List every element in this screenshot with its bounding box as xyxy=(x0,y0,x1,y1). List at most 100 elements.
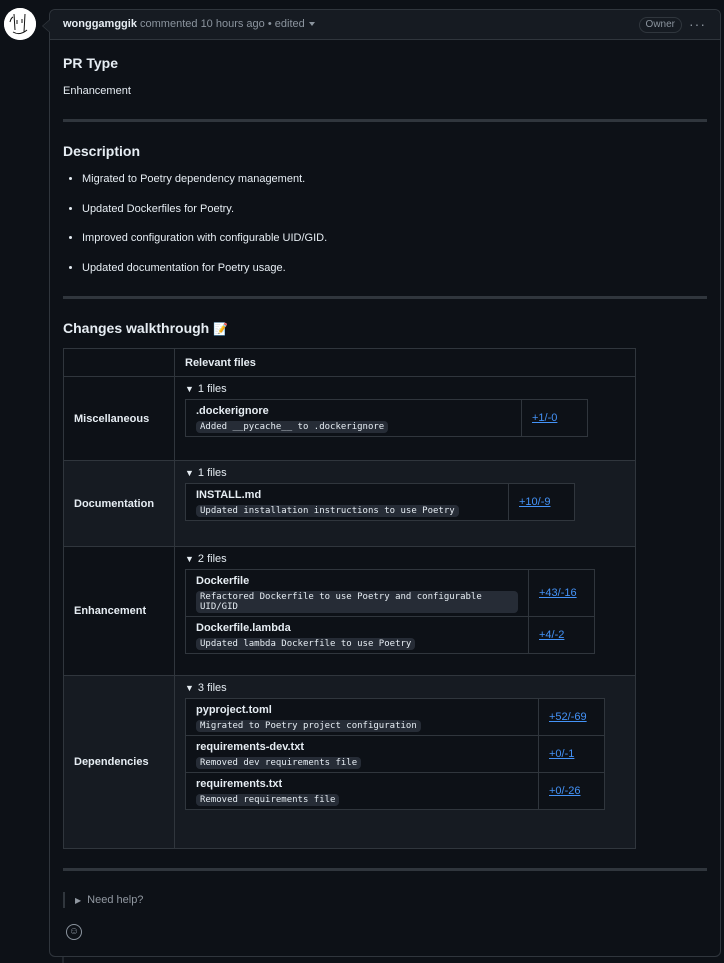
file-name: requirements.txt xyxy=(196,778,283,790)
description-list: Migrated to Poetry dependency management… xyxy=(63,172,327,290)
file-list: Dockerfile Refactored Dockerfile to use … xyxy=(185,569,595,654)
diff-stat-link[interactable]: +10/-9 xyxy=(519,496,551,508)
file-note: Migrated to Poetry project configuration xyxy=(196,720,421,732)
files-summary-label: 2 files xyxy=(197,553,227,565)
separator: • xyxy=(267,18,272,30)
files-summary-label: 1 files xyxy=(197,467,227,479)
file-note: Removed dev requirements file xyxy=(196,757,362,769)
file-name: .dockerignore xyxy=(196,405,269,417)
file-name: Dockerfile xyxy=(196,575,250,587)
file-list: INSTALL.md Updated installation instruct… xyxy=(185,483,575,521)
table-row: pyproject.toml Migrated to Poetry projec… xyxy=(185,698,605,736)
divider xyxy=(63,119,707,122)
stat-cell: +0/-1 xyxy=(538,735,605,773)
file-note: Added __pycache__ to .dockerignore xyxy=(196,421,389,433)
file-info-cell: .dockerignore Added __pycache__ to .dock… xyxy=(185,399,522,437)
file-info-cell: Dockerfile.lambda Updated lambda Dockerf… xyxy=(185,616,529,654)
edited-dropdown[interactable]: edited xyxy=(275,18,315,30)
pr-type-value: Enhancement xyxy=(63,85,131,97)
triangle-down-icon: ▼ xyxy=(185,683,194,693)
edited-label: edited xyxy=(274,18,305,30)
owner-badge: Owner xyxy=(638,17,682,33)
files-summary-toggle[interactable]: ▼ 2 files xyxy=(185,549,625,569)
kebab-horizontal-icon[interactable]: ··· xyxy=(689,10,706,39)
list-item: Migrated to Poetry dependency management… xyxy=(82,172,327,202)
triangle-down-icon: ▼ xyxy=(185,468,194,478)
table-row: requirements-dev.txt Removed dev require… xyxy=(185,735,605,773)
files-cell: ▼ 2 files Dockerfile Refactored Dockerfil… xyxy=(174,546,636,676)
files-summary-toggle[interactable]: ▼ 1 files xyxy=(185,379,625,399)
files-summary-label: 3 files xyxy=(197,682,227,694)
description-heading: Description xyxy=(63,143,141,159)
list-item: Updated Dockerfiles for Poetry. xyxy=(82,202,327,232)
memo-icon: 📝 xyxy=(213,322,229,336)
table-row: .dockerignore Added __pycache__ to .dock… xyxy=(185,399,588,437)
list-item: Updated documentation for Poetry usage. xyxy=(82,261,327,291)
walkthrough-heading: Changes walkthrough 📝 xyxy=(63,320,228,336)
category-cell: Dependencies xyxy=(63,675,175,849)
file-note: Updated lambda Dockerfile to use Poetry xyxy=(196,638,416,650)
file-name: INSTALL.md xyxy=(196,489,262,501)
table-row: Dockerfile Refactored Dockerfile to use … xyxy=(185,569,595,617)
files-summary-toggle[interactable]: ▼ 1 files xyxy=(185,463,625,483)
file-info-cell: INSTALL.md Updated installation instruct… xyxy=(185,483,509,521)
walkthrough-table: Relevant files Miscellaneous ▼ 1 files .d… xyxy=(63,348,636,849)
comment-caret xyxy=(42,19,50,33)
table-corner-cell xyxy=(63,348,175,377)
walkthrough-title: Changes walkthrough xyxy=(63,320,210,336)
table-row: Dockerfile.lambda Updated lambda Dockerf… xyxy=(185,616,595,654)
file-info-cell: requirements-dev.txt Removed dev require… xyxy=(185,735,539,773)
file-name: Dockerfile.lambda xyxy=(196,622,291,634)
file-info-cell: pyproject.toml Migrated to Poetry projec… xyxy=(185,698,539,736)
file-name: pyproject.toml xyxy=(196,704,272,716)
pr-type-heading: PR Type xyxy=(63,55,118,71)
divider xyxy=(63,296,707,299)
divider xyxy=(63,868,707,871)
comment-header: wonggamggik commented 10 hours ago • edi… xyxy=(42,10,720,40)
category-cell: Documentation xyxy=(63,460,175,547)
files-summary-toggle[interactable]: ▼ 3 files xyxy=(185,678,625,698)
action-text: commented xyxy=(140,18,198,30)
stat-cell: +10/-9 xyxy=(508,483,575,521)
need-help-toggle[interactable]: ▶ Need help? xyxy=(63,892,143,908)
files-cell: ▼ 1 files INSTALL.md Updated installation… xyxy=(174,460,636,547)
table-row: INSTALL.md Updated installation instruct… xyxy=(185,483,575,521)
avatar[interactable] xyxy=(4,8,36,40)
list-item: Improved configuration with configurable… xyxy=(82,231,327,261)
chevron-down-icon xyxy=(308,22,315,27)
stat-cell: +4/-2 xyxy=(528,616,595,654)
stat-cell: +0/-26 xyxy=(538,772,605,810)
file-note: Updated installation instructions to use… xyxy=(196,505,459,517)
diff-stat-link[interactable]: +1/-0 xyxy=(532,412,557,424)
triangle-right-icon: ▶ xyxy=(75,896,82,905)
diff-stat-link[interactable]: +43/-16 xyxy=(539,587,577,599)
file-name: requirements-dev.txt xyxy=(196,741,304,753)
diff-stat-link[interactable]: +0/-1 xyxy=(549,748,574,760)
triangle-down-icon: ▼ xyxy=(185,554,194,564)
table-row: requirements.txt Removed requirements fi… xyxy=(185,772,605,810)
file-list: .dockerignore Added __pycache__ to .dock… xyxy=(185,399,588,437)
file-info-cell: requirements.txt Removed requirements fi… xyxy=(185,772,539,810)
files-cell: ▼ 3 files pyproject.toml Migrated to Poet… xyxy=(174,675,636,849)
author-link[interactable]: wonggamggik xyxy=(63,18,137,30)
diff-stat-link[interactable]: +4/-2 xyxy=(539,629,564,641)
diff-stat-link[interactable]: +0/-26 xyxy=(549,785,581,797)
comment-box: wonggamggik commented 10 hours ago • edi… xyxy=(42,9,721,957)
category-cell: Miscellaneous xyxy=(63,376,175,461)
timestamp-link[interactable]: 10 hours ago xyxy=(201,18,265,30)
category-cell: Enhancement xyxy=(63,546,175,676)
stat-cell: +1/-0 xyxy=(521,399,588,437)
smiley-icon[interactable]: ☺ xyxy=(66,924,82,940)
file-info-cell: Dockerfile Refactored Dockerfile to use … xyxy=(185,569,529,617)
files-summary-label: 1 files xyxy=(197,383,227,395)
stat-cell: +52/-69 xyxy=(538,698,605,736)
need-help-label: Need help? xyxy=(87,894,144,906)
file-note: Removed requirements file xyxy=(196,794,340,806)
stat-cell: +43/-16 xyxy=(528,569,595,617)
file-note: Refactored Dockerfile to use Poetry and … xyxy=(196,591,518,613)
triangle-down-icon: ▼ xyxy=(185,384,194,394)
files-cell: ▼ 1 files .dockerignore Added __pycache__… xyxy=(174,376,636,461)
column-header: Relevant files xyxy=(174,348,636,377)
file-list: pyproject.toml Migrated to Poetry projec… xyxy=(185,698,605,810)
diff-stat-link[interactable]: +52/-69 xyxy=(549,711,587,723)
